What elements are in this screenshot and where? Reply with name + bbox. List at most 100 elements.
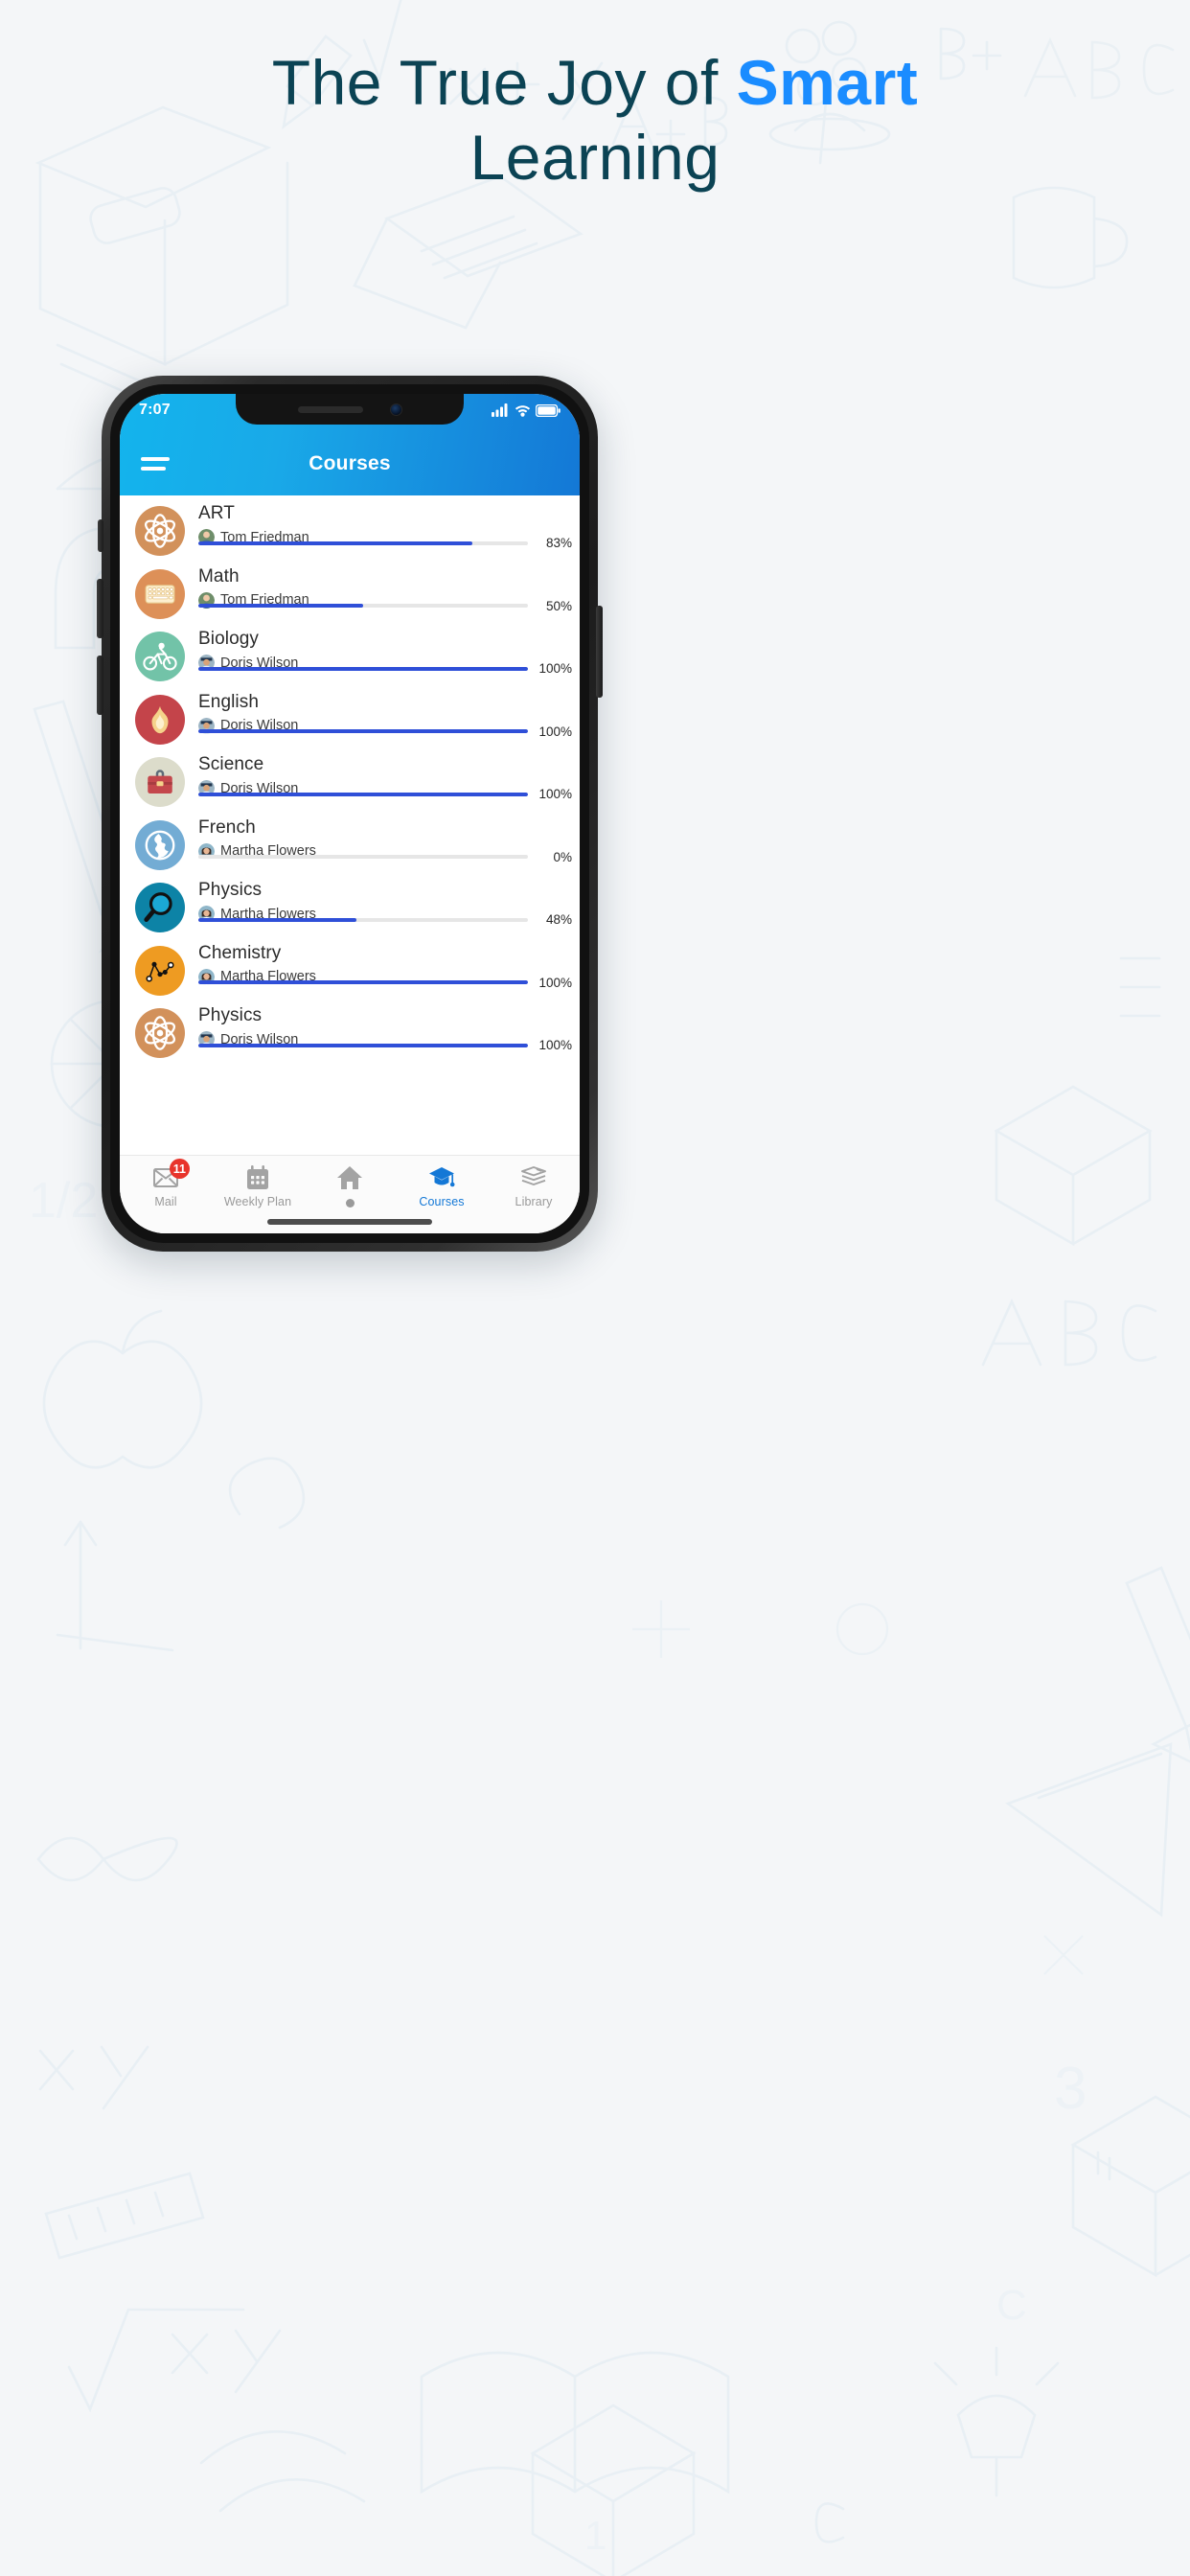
headline-line-1-prefix: The True Joy of: [271, 47, 737, 118]
tab-icon-wrap: [428, 1164, 455, 1191]
tab-label: Library: [515, 1195, 553, 1208]
progress-wrap: 0%: [198, 850, 572, 864]
headline-accent-word: Smart: [736, 47, 919, 118]
tab-courses[interactable]: Courses: [396, 1164, 488, 1208]
course-icon-chemistry: [135, 945, 185, 996]
tab-label: Courses: [419, 1195, 465, 1208]
course-name: Chemistry: [198, 942, 282, 963]
battery-icon: [536, 403, 561, 417]
briefcase-icon: [148, 770, 172, 794]
progress-percent: 0%: [553, 849, 572, 864]
tab-mail[interactable]: 11 Mail: [120, 1159, 212, 1208]
tab-icon-wrap: [520, 1164, 547, 1191]
tab-weekly-plan[interactable]: Weekly Plan: [212, 1164, 304, 1208]
course-row[interactable]: ART Tom Friedman 83%: [120, 497, 580, 561]
progress-fill: [198, 666, 528, 671]
course-body: Biology Doris Wilson 100%: [185, 629, 572, 676]
course-icon-math: [135, 568, 185, 619]
flame-icon: [151, 705, 169, 733]
progress-wrap: 100%: [198, 787, 572, 801]
course-icon-science: [135, 757, 185, 807]
home-indicator[interactable]: [267, 1219, 432, 1225]
home-icon: [337, 1166, 362, 1189]
graduation-cap-icon: [429, 1167, 455, 1187]
atom-icon: [144, 1016, 176, 1050]
course-row[interactable]: Physics Martha Flowers 48%: [120, 874, 580, 937]
course-name: French: [198, 816, 256, 838]
course-row[interactable]: Chemistry Martha Flowers 100%: [120, 937, 580, 1000]
progress-track: [198, 855, 528, 859]
progress-percent: 100%: [538, 1038, 572, 1052]
progress-track: [198, 917, 528, 922]
progress-percent: 100%: [538, 787, 572, 801]
svg-text:1/2: 1/2: [29, 1173, 98, 1229]
course-name: Physics: [198, 880, 263, 900]
course-icon-physics-atom: [135, 1008, 185, 1058]
course-row[interactable]: English Doris Wilson 100%: [120, 686, 580, 749]
svg-text:3: 3: [1054, 2056, 1087, 2122]
course-row[interactable]: Science Doris Wilson 100%: [120, 748, 580, 812]
home-active-dot: [345, 1199, 355, 1208]
course-row[interactable]: Physics Doris Wilson 100%: [120, 1000, 580, 1063]
phone-mockup: 7:07 Courses ART Tom Friedman 83% Math T…: [97, 376, 603, 1252]
progress-percent: 48%: [545, 912, 572, 927]
course-body: Chemistry Martha Flowers 100%: [185, 942, 572, 990]
course-row[interactable]: Biology Doris Wilson 100%: [120, 623, 580, 686]
phone-screen: 7:07 Courses ART Tom Friedman 83% Math T…: [120, 394, 580, 1233]
status-time: 7:07: [139, 402, 171, 418]
course-name: English: [198, 691, 260, 712]
progress-track: [198, 666, 528, 671]
progress-track: [198, 980, 528, 984]
tab-label: Mail: [154, 1195, 177, 1208]
phone-notch: [236, 394, 464, 425]
course-body: French Martha Flowers 0%: [185, 816, 572, 864]
course-name: Physics: [198, 1005, 263, 1025]
books-stack-icon: [521, 1166, 546, 1185]
course-name: ART: [198, 503, 235, 523]
course-icon-english: [135, 694, 185, 745]
course-list[interactable]: ART Tom Friedman 83% Math Tom Friedman 5…: [120, 495, 580, 1155]
course-body: English Doris Wilson 100%: [185, 691, 572, 739]
progress-percent: 100%: [538, 975, 572, 990]
progress-percent: 100%: [538, 661, 572, 676]
course-row[interactable]: Math Tom Friedman 50%: [120, 561, 580, 624]
course-icon-physics: [135, 883, 185, 932]
silent-switch[interactable]: [98, 519, 103, 552]
page-title: The True Joy of Smart Learning: [0, 46, 1190, 196]
earpiece-speaker-icon: [297, 405, 363, 413]
headline-line-2: Learning: [469, 121, 721, 193]
power-button[interactable]: [596, 606, 603, 698]
tab-label: Weekly Plan: [223, 1195, 292, 1208]
volume-down-button[interactable]: [97, 656, 103, 715]
progress-track: [198, 540, 528, 545]
progress-fill: [198, 792, 528, 796]
progress-wrap: 50%: [198, 599, 572, 613]
line-chart-icon: [146, 961, 174, 982]
progress-track: [198, 604, 528, 608]
calendar-icon: [247, 1165, 268, 1189]
status-icons: [492, 403, 561, 417]
progress-fill: [198, 729, 528, 733]
mail-badge: 11: [169, 1159, 190, 1179]
course-name: Math: [198, 565, 240, 586]
progress-fill: [198, 980, 528, 984]
progress-wrap: 100%: [198, 1038, 572, 1052]
progress-wrap: 48%: [198, 912, 572, 927]
tab-home[interactable]: [304, 1164, 396, 1211]
course-row[interactable]: French Martha Flowers 0%: [120, 812, 580, 875]
app-bar-row: Courses: [120, 432, 580, 495]
progress-track: [198, 1043, 528, 1047]
course-icon-french: [135, 819, 185, 870]
progress-fill: [198, 540, 472, 545]
tab-icon-wrap: 11: [153, 1159, 190, 1191]
volume-up-button[interactable]: [97, 579, 103, 638]
globe-icon: [145, 830, 175, 860]
wifi-icon: [515, 405, 531, 417]
course-name: Science: [198, 754, 264, 774]
tab-icon-wrap: [336, 1164, 363, 1191]
progress-wrap: 83%: [198, 536, 572, 550]
progress-track: [198, 792, 528, 796]
course-icon-art: [135, 506, 185, 556]
tab-library[interactable]: Library: [488, 1164, 580, 1208]
atom-icon: [144, 514, 176, 548]
